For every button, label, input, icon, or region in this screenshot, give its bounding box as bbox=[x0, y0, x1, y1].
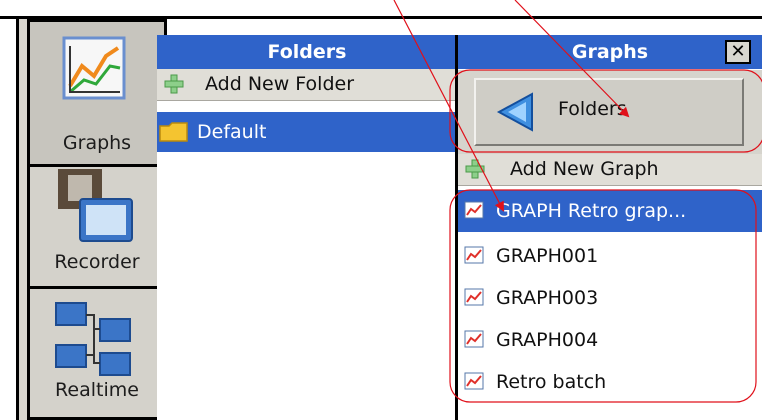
app-window: Graphs Recorder Realtime Folders Add New… bbox=[0, 0, 762, 420]
graph-file-icon bbox=[464, 330, 484, 348]
nav-item-graphs[interactable]: Graphs bbox=[27, 19, 167, 167]
graph-item[interactable]: GRAPH003 bbox=[458, 277, 762, 319]
graph-item-label: GRAPH004 bbox=[496, 329, 599, 351]
back-button-area: Folders bbox=[458, 70, 762, 154]
add-new-graph-button[interactable]: Add New Graph bbox=[458, 154, 762, 186]
graph-file-icon bbox=[464, 246, 484, 264]
graph-chart-icon bbox=[62, 36, 126, 100]
graphs-header: Graphs bbox=[458, 35, 762, 69]
network-computers-icon bbox=[55, 302, 131, 376]
graph-item[interactable]: GRAPH Retro grap... bbox=[458, 190, 762, 232]
back-arrow-icon bbox=[496, 92, 533, 132]
graph-file-icon bbox=[464, 372, 484, 390]
back-to-folders-button[interactable]: Folders bbox=[474, 78, 744, 146]
graph-file-icon bbox=[464, 201, 484, 219]
add-new-folder-button[interactable]: Add New Folder bbox=[157, 69, 457, 101]
add-new-folder-label: Add New Folder bbox=[205, 73, 355, 95]
graph-item[interactable]: GRAPH001 bbox=[458, 235, 762, 277]
recorder-monitor-icon bbox=[58, 169, 133, 242]
nav-item-label: Graphs bbox=[62, 132, 132, 154]
graph-item-label: GRAPH001 bbox=[496, 245, 599, 267]
graph-item-label: Retro batch bbox=[496, 371, 607, 393]
plus-icon bbox=[164, 74, 184, 94]
nav-item-realtime[interactable]: Realtime bbox=[27, 286, 167, 420]
nav-item-label: Recorder bbox=[54, 251, 140, 273]
nav-item-recorder[interactable]: Recorder bbox=[27, 164, 167, 289]
graph-file-icon bbox=[464, 288, 484, 306]
folder-item-default[interactable]: Default bbox=[157, 112, 457, 152]
graph-item-label: GRAPH003 bbox=[496, 287, 599, 309]
add-new-graph-label: Add New Graph bbox=[510, 158, 659, 180]
close-button[interactable]: ✕ bbox=[725, 40, 751, 64]
folder-item-label: Default bbox=[197, 121, 267, 143]
folders-header: Folders bbox=[157, 35, 457, 69]
graph-item[interactable]: Retro batch bbox=[458, 361, 762, 403]
back-button-label: Folders bbox=[558, 98, 627, 120]
graph-item-label: GRAPH Retro grap... bbox=[496, 200, 687, 222]
nav-item-label: Realtime bbox=[55, 379, 139, 401]
folder-icon bbox=[159, 122, 188, 142]
plus-icon bbox=[465, 159, 485, 179]
graph-item[interactable]: GRAPH004 bbox=[458, 319, 762, 361]
